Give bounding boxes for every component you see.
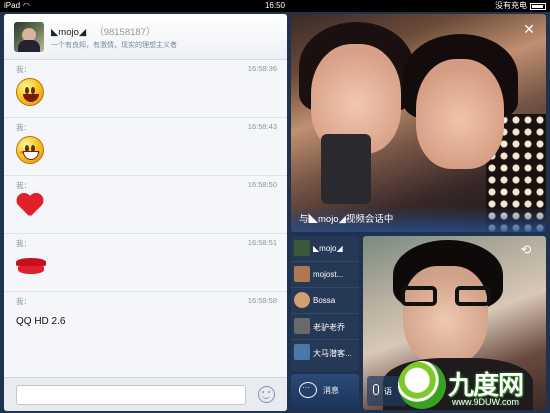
status-time: 16:50: [264, 1, 286, 10]
microphone-icon: [373, 384, 379, 395]
contact-item[interactable]: Bossa: [291, 288, 359, 314]
voice-button-label: 语: [384, 387, 392, 396]
chat-header: ◣mojo◢ （98158187） 一个有良知，有激情，现实的理想主义者: [4, 14, 287, 60]
video-caption-bar: 与◣mojo◢视频会话中: [291, 206, 546, 232]
grin-emoji-icon: [16, 136, 44, 164]
message-time: 16:58:50: [247, 180, 277, 189]
message-sender: 我：: [16, 239, 31, 248]
glasses: [401, 286, 491, 308]
message-row: 我： 16:58:50: [4, 176, 287, 234]
message-text: QQ HD 2.6: [16, 316, 66, 327]
message-row: 我： 16:58:51: [4, 234, 287, 292]
contact-avatar: [294, 318, 310, 334]
local-video-view[interactable]: ⟲ 语: [363, 236, 546, 410]
contact-item-name: mojost...: [313, 270, 344, 279]
lips-emoji-icon: [16, 258, 46, 274]
contact-avatar[interactable]: [14, 22, 44, 52]
battery-text: 没有充电: [495, 1, 527, 10]
contact-signature: 一个有良知，有激情，现实的理想主义者: [51, 42, 177, 49]
message-time: 16:58:36: [247, 64, 277, 73]
messages-tab[interactable]: 消息: [291, 374, 359, 410]
contact-item[interactable]: 老驴老乔: [291, 314, 359, 340]
status-right: 没有充电: [495, 0, 546, 12]
message-row: 我： 16:58:43: [4, 118, 287, 176]
switch-camera-icon[interactable]: ⟲: [514, 242, 538, 258]
message-sender: 我：: [16, 181, 31, 190]
heart-emoji-icon: [16, 194, 44, 220]
video-caption: 与◣mojo◢视频会话中: [299, 214, 394, 225]
contact-item-name: ◣mojo◢: [313, 244, 343, 253]
message-row: 我： 16:58:36: [4, 60, 287, 118]
contact-item-name: 大马潜客...: [313, 349, 352, 358]
contact-avatar: [294, 292, 310, 308]
battery-icon: [530, 2, 546, 10]
emoji-picker-icon[interactable]: [258, 386, 275, 403]
chat-panel: ◣mojo◢ （98158187） 一个有良知，有激情，现实的理想主义者 我： 1…: [4, 14, 287, 411]
contact-item[interactable]: 大马潜客...: [291, 340, 359, 366]
contact-avatar: [294, 344, 310, 360]
expand-icon[interactable]: ✕: [522, 22, 536, 36]
contact-qq-number: （98158187）: [94, 27, 156, 38]
contact-item[interactable]: ◣mojo◢: [291, 236, 359, 262]
contact-list: ◣mojo◢ mojost... Bossa 老驴老乔 大马潜客...: [291, 236, 359, 371]
contact-avatar: [294, 240, 310, 256]
contact-item-name: 老驴老乔: [313, 323, 345, 332]
contact-name: ◣mojo◢: [51, 27, 87, 38]
qq-hd-screen: iPad ◠ 16:50 没有充电 ◣mojo◢ （98158187） 一个有良知…: [0, 0, 550, 413]
message-time: 16:58:43: [247, 122, 277, 131]
messages-tab-label: 消息: [323, 386, 339, 395]
message-sender: 我：: [16, 123, 31, 132]
contact-avatar: [294, 266, 310, 282]
voice-button[interactable]: 语: [367, 376, 407, 406]
message-sender: 我：: [16, 297, 31, 306]
message-time: 16:58:51: [247, 238, 277, 247]
status-bar: iPad ◠ 16:50 没有充电: [0, 0, 550, 12]
message-input[interactable]: [16, 385, 246, 405]
chat-bubble-icon: [299, 382, 317, 398]
remote-video-view[interactable]: ✕ 与◣mojo◢视频会话中: [291, 14, 546, 232]
contact-item-name: Bossa: [313, 296, 336, 305]
message-row: 我： 16:58:58 QQ HD 2.6: [4, 292, 287, 340]
contact-name-line: ◣mojo◢ （98158187）: [51, 24, 155, 38]
smile-emoji-icon: [16, 78, 44, 106]
contact-item[interactable]: mojost...: [291, 262, 359, 288]
message-input-bar: [4, 377, 287, 411]
message-time: 16:58:58: [247, 296, 277, 305]
message-sender: 我：: [16, 65, 31, 74]
